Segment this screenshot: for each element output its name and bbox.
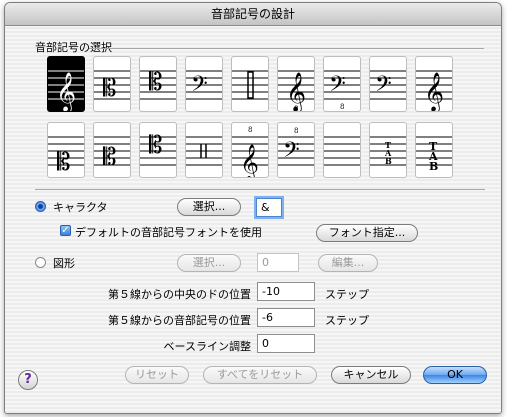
svg-text:𝄡: 𝄡	[149, 68, 162, 96]
treble-8vb-clef-icon: 𝄞8	[278, 70, 314, 112]
svg-text:𝄡: 𝄡	[149, 131, 162, 159]
baseline-field[interactable]: 0	[257, 334, 315, 353]
svg-text:B: B	[429, 160, 438, 173]
ok-button[interactable]: OK	[423, 366, 487, 384]
clef-position-label: 第５線からの音部記号の位置	[108, 314, 251, 327]
bass-8va-clef-icon: 𝄢8	[278, 127, 314, 168]
clef-tile-blank[interactable]	[323, 122, 361, 178]
clef-tile-soprano[interactable]: 𝄡	[47, 122, 85, 178]
svg-text:𝄢: 𝄢	[283, 138, 300, 168]
character-radio[interactable]	[35, 201, 46, 212]
clef-tile-bass[interactable]: 𝄢	[185, 56, 223, 112]
soprano-clef-icon: 𝄡	[48, 136, 84, 176]
baseline-label: ベースライン調整	[163, 340, 251, 353]
shape-edit-button[interactable]: 編集...	[318, 254, 378, 272]
window-title: 音部記号の設計	[5, 3, 501, 26]
tab-clef-small-icon: TAB	[370, 136, 406, 166]
clef-tile-bass-8vb[interactable]: 𝄢 8	[323, 56, 361, 112]
character-field[interactable]: &	[256, 198, 282, 217]
clef-tile-tab-small[interactable]: TAB	[369, 122, 407, 178]
treble-clef-small-icon: 𝄞	[416, 70, 452, 112]
middle-c-unit: ステップ	[325, 288, 369, 301]
svg-text:𝄢: 𝄢	[191, 72, 208, 102]
character-label: キャラクタ	[53, 201, 108, 214]
character-select-button[interactable]: 選択...	[177, 198, 241, 216]
shape-field[interactable]: 0	[257, 253, 299, 272]
svg-text:𝄞: 𝄞	[240, 143, 259, 178]
clef-tile-percussion-2[interactable]	[185, 122, 223, 178]
svg-text:𝄡: 𝄡	[57, 148, 70, 176]
clef-position-unit: ステップ	[325, 314, 369, 327]
help-button[interactable]: ?	[18, 370, 38, 390]
svg-text:8: 8	[340, 103, 344, 111]
clef-tile-baritone-c[interactable]: 𝄡	[139, 122, 177, 178]
svg-text:𝄢: 𝄢	[375, 72, 392, 102]
middle-c-field[interactable]: -10	[257, 282, 315, 301]
clef-tile-treble[interactable]: 𝄞	[47, 56, 85, 112]
mezzo-clef-icon: 𝄡	[94, 136, 130, 171]
clef-tile-treble-8vb[interactable]: 𝄞 8	[277, 56, 315, 112]
shape-select-button[interactable]: 選択...	[177, 254, 241, 272]
default-font-label: デフォルトの音部記号フォントを使用	[75, 226, 262, 239]
shape-radio[interactable]	[35, 257, 46, 268]
divider	[35, 189, 485, 190]
svg-text:8: 8	[294, 127, 298, 135]
bass-clef-icon: 𝄢	[186, 70, 222, 102]
default-font-checkbox[interactable]: ✓	[60, 225, 71, 236]
clef-position-field[interactable]: -6	[257, 308, 315, 327]
treble-clef-icon: 𝄞	[48, 70, 84, 112]
clef-tile-alto[interactable]: 𝄡	[93, 56, 131, 112]
clef-designer-dialog: 音部記号の設計 音部記号の選択 𝄞 𝄡 𝄡 𝄢 𝄞 8 𝄢 8 𝄢 𝄞 𝄡 𝄡 𝄡 𝄞 8 𝄢 8 T A B T A B …	[4, 2, 502, 414]
svg-text:𝄢: 𝄢	[329, 72, 346, 102]
blank-clef-icon	[324, 136, 360, 166]
svg-text:8: 8	[248, 126, 252, 134]
svg-text:𝄡: 𝄡	[103, 74, 116, 102]
clef-tile-bass-8va[interactable]: 𝄢 8	[277, 122, 315, 178]
treble-8va-clef-icon: 𝄞8	[232, 126, 268, 178]
percussion-clef-icon	[232, 70, 268, 100]
svg-text:B: B	[385, 156, 392, 166]
svg-text:𝄞: 𝄞	[424, 72, 444, 112]
reset-button[interactable]: リセット	[125, 366, 189, 384]
svg-text:𝄞: 𝄞	[56, 72, 76, 112]
clef-tile-treble-8va[interactable]: 𝄞 8	[231, 122, 269, 178]
cancel-button[interactable]: キャンセル	[331, 366, 411, 384]
middle-c-label: 第５線からの中央のドの位置	[108, 288, 251, 301]
section-divider	[89, 48, 484, 49]
reset-all-button[interactable]: すべてをリセット	[203, 366, 317, 384]
tenor-clef-icon: 𝄡	[140, 68, 176, 100]
bass-8vb-clef-icon: 𝄢8	[324, 70, 360, 111]
clef-tile-treble-small[interactable]: 𝄞	[415, 56, 453, 112]
section-label: 音部記号の選択	[35, 41, 112, 54]
baritone-c-clef-icon: 𝄡	[140, 131, 176, 166]
tab-clef-icon: TAB	[416, 136, 452, 173]
alto-clef-icon: 𝄡	[94, 70, 130, 102]
clef-tile-tab[interactable]: TAB	[415, 122, 453, 178]
clef-tile-mezzo[interactable]: 𝄡	[93, 122, 131, 178]
percussion-clef-2-icon	[186, 136, 222, 166]
svg-text:𝄡: 𝄡	[103, 143, 116, 171]
shape-label: 図形	[53, 257, 75, 270]
bass-clef-small-icon: 𝄢	[370, 70, 406, 102]
clef-tile-tenor[interactable]: 𝄡	[139, 56, 177, 112]
font-button[interactable]: フォント指定...	[316, 224, 418, 242]
clef-tile-bass-plain[interactable]: 𝄢	[369, 56, 407, 112]
clef-tile-percussion[interactable]	[231, 56, 269, 112]
svg-text:8: 8	[294, 105, 298, 112]
